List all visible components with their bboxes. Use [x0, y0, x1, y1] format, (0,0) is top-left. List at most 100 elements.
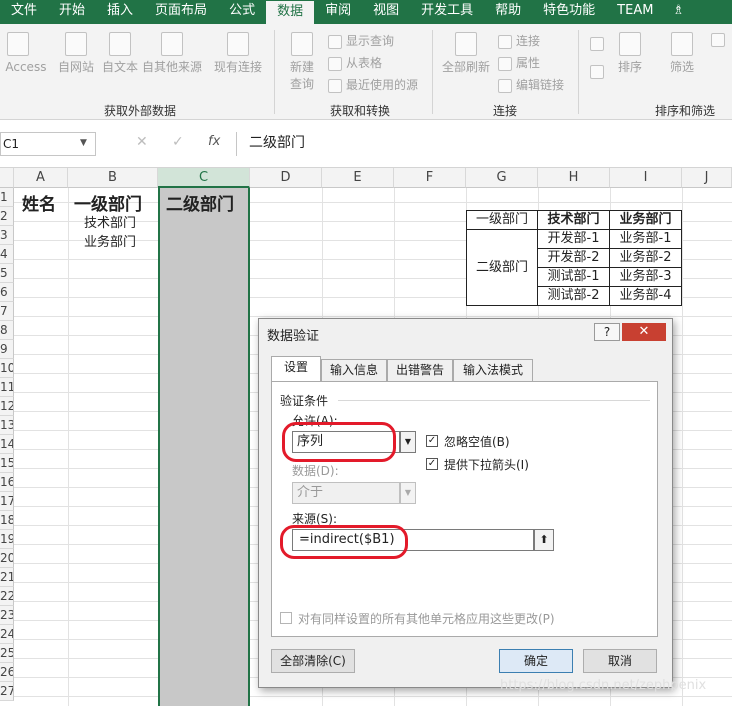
tab-error-alert[interactable]: 出错警告	[387, 359, 453, 381]
row-header[interactable]: 21	[0, 568, 14, 587]
collapse-dialog-icon[interactable]: ⬆	[534, 529, 554, 551]
row-header[interactable]: 16	[0, 473, 14, 492]
row-header[interactable]: 7	[0, 302, 14, 321]
row-header[interactable]: 13	[0, 416, 14, 435]
row-header[interactable]: 17	[0, 492, 14, 511]
clear-filter-button[interactable]	[708, 32, 728, 47]
tab-file[interactable]: 文件	[0, 0, 48, 24]
check-icon[interactable]: ✓	[172, 134, 184, 150]
tab-view[interactable]: 视图	[362, 0, 410, 24]
col-header-c[interactable]: C	[158, 168, 250, 188]
table-cell[interactable]: 业务部-2	[609, 248, 682, 268]
clear-all-button[interactable]: 全部清除(C)	[271, 649, 355, 673]
new-query-button[interactable]: 新建 查询	[284, 32, 320, 92]
row-header[interactable]: 6	[0, 283, 14, 302]
tab-input-message[interactable]: 输入信息	[321, 359, 387, 381]
row-header[interactable]: 10	[0, 359, 14, 378]
table-cell[interactable]: 业务部-3	[609, 267, 682, 287]
selected-column-c[interactable]	[158, 188, 250, 706]
row-header[interactable]: 15	[0, 454, 14, 473]
tab-insert[interactable]: 插入	[96, 0, 144, 24]
from-text-button[interactable]: 自文本	[100, 32, 140, 75]
col-header-f[interactable]: F	[394, 168, 466, 188]
row-header[interactable]: 2	[0, 207, 14, 226]
tab-review[interactable]: 审阅	[314, 0, 362, 24]
row-header[interactable]: 12	[0, 397, 14, 416]
row-header[interactable]: 25	[0, 644, 14, 663]
row-header[interactable]: 27	[0, 682, 14, 701]
refresh-all-button[interactable]: 全部刷新	[440, 32, 492, 75]
tab-formulas[interactable]: 公式	[218, 0, 266, 24]
table-header-biz[interactable]: 业务部门	[609, 210, 682, 230]
sort-descending-button[interactable]	[588, 64, 606, 79]
chevron-down-icon[interactable]: ▼	[80, 138, 87, 148]
col-header-d[interactable]: D	[250, 168, 322, 188]
cell-c1[interactable]: 二级部门	[166, 190, 234, 215]
insert-function-icon[interactable]: fx	[208, 134, 220, 149]
select-all-corner[interactable]	[0, 168, 14, 188]
col-header-g[interactable]: G	[466, 168, 538, 188]
table-cell[interactable]: 开发部-1	[537, 229, 610, 249]
table-cell[interactable]: 业务部-4	[609, 286, 682, 306]
tab-ime-mode[interactable]: 输入法模式	[453, 359, 533, 381]
tab-developer[interactable]: 开发工具	[410, 0, 484, 24]
col-header-j[interactable]: J	[682, 168, 732, 188]
table-cell[interactable]: 测试部-1	[537, 267, 610, 287]
table-header-tech[interactable]: 技术部门	[537, 210, 610, 230]
row-header[interactable]: 23	[0, 606, 14, 625]
sort-button[interactable]: 排序	[612, 32, 648, 75]
row-header[interactable]: 8	[0, 321, 14, 340]
formula-input[interactable]: 二级部门	[236, 132, 732, 156]
row-header[interactable]: 1	[0, 188, 14, 207]
table-cell[interactable]: 开发部-2	[537, 248, 610, 268]
table-cell-g3[interactable]: 二级部门	[466, 229, 538, 306]
row-header[interactable]: 20	[0, 549, 14, 568]
cancel-button[interactable]: 取消	[583, 649, 657, 673]
existing-connections-button[interactable]: 现有连接	[212, 32, 264, 75]
from-table-button[interactable]: 从表格	[328, 54, 382, 71]
lightbulb-icon[interactable]: ♗	[664, 0, 692, 24]
table-cell[interactable]: 业务部-1	[609, 229, 682, 249]
row-header[interactable]: 3	[0, 226, 14, 245]
row-header[interactable]: 14	[0, 435, 14, 454]
col-header-e[interactable]: E	[322, 168, 394, 188]
close-icon[interactable]: ✕	[622, 323, 666, 341]
tab-special[interactable]: 特色功能	[532, 0, 606, 24]
ok-button[interactable]: 确定	[499, 649, 573, 673]
from-access-button[interactable]: 自 Access	[0, 32, 50, 75]
sort-ascending-button[interactable]	[588, 36, 606, 51]
row-header[interactable]: 11	[0, 378, 14, 397]
row-header[interactable]: 19	[0, 530, 14, 549]
col-header-i[interactable]: I	[610, 168, 682, 188]
tab-team[interactable]: TEAM	[606, 0, 664, 24]
col-header-a[interactable]: A	[14, 168, 68, 188]
row-header[interactable]: 24	[0, 625, 14, 644]
cell-a1[interactable]: 姓名	[22, 190, 56, 215]
help-icon[interactable]: ?	[594, 323, 620, 341]
table-cell-g2[interactable]: 一级部门	[466, 210, 538, 230]
tab-settings[interactable]: 设置	[271, 356, 321, 382]
tab-page-layout[interactable]: 页面布局	[144, 0, 218, 24]
chevron-down-icon[interactable]: ▼	[400, 431, 416, 453]
tab-help[interactable]: 帮助	[484, 0, 532, 24]
row-header[interactable]: 26	[0, 663, 14, 682]
ignore-blank-checkbox[interactable]: ✓	[426, 435, 438, 447]
dropdown-arrow-checkbox[interactable]: ✓	[426, 458, 438, 470]
cell-b3[interactable]: 业务部门	[84, 231, 136, 250]
cancel-icon[interactable]: ✕	[136, 134, 148, 150]
from-other-sources-button[interactable]: 自其他来源	[142, 32, 202, 75]
cell-b2[interactable]: 技术部门	[84, 212, 136, 231]
filter-button[interactable]: 筛选	[664, 32, 700, 75]
apply-all-checkbox[interactable]	[280, 612, 292, 624]
recent-sources-button[interactable]: 最近使用的源	[328, 76, 418, 93]
table-cell[interactable]: 测试部-2	[537, 286, 610, 306]
connections-button[interactable]: 连接	[498, 32, 540, 49]
row-header[interactable]: 18	[0, 511, 14, 530]
edit-links-button[interactable]: 编辑链接	[498, 76, 564, 93]
tab-home[interactable]: 开始	[48, 0, 96, 24]
from-web-button[interactable]: 自网站	[56, 32, 96, 75]
properties-button[interactable]: 属性	[498, 54, 540, 71]
show-queries-button[interactable]: 显示查询	[328, 32, 394, 49]
row-header[interactable]: 5	[0, 264, 14, 283]
row-header[interactable]: 4	[0, 245, 14, 264]
